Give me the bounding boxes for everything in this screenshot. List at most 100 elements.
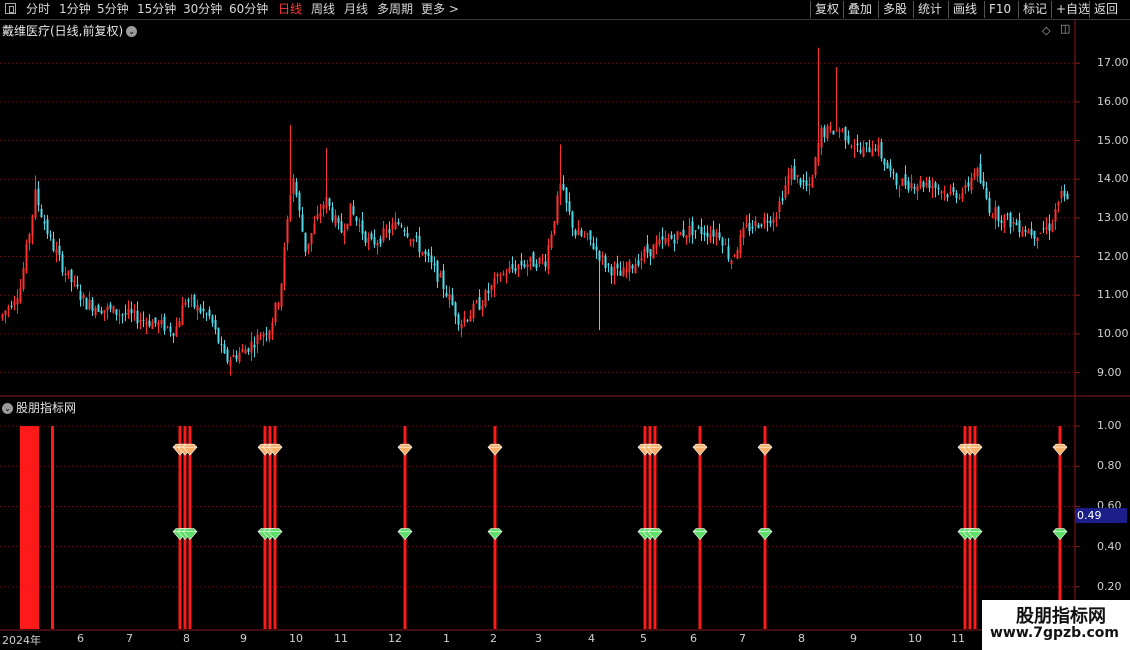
candle-body xyxy=(148,320,151,327)
candle-body xyxy=(1060,190,1063,199)
candle-body xyxy=(700,226,703,235)
indicator-signal-bar xyxy=(643,426,647,629)
candle-body xyxy=(664,237,667,244)
candle-body xyxy=(385,229,388,231)
candle-body xyxy=(538,257,541,264)
candle-body xyxy=(349,203,352,226)
candle-body xyxy=(1033,230,1036,239)
candle-body xyxy=(304,232,307,252)
candle-body xyxy=(955,192,958,199)
indicator-signal-bar xyxy=(968,426,972,629)
candle-body xyxy=(967,182,970,187)
candle-body xyxy=(658,239,661,245)
candle-body xyxy=(310,233,313,245)
candle-body xyxy=(340,221,343,233)
candle-body xyxy=(460,323,463,329)
candle-body xyxy=(1021,231,1024,236)
candle-body xyxy=(556,195,559,224)
candle-body xyxy=(622,267,625,277)
time-axis-label: 6 xyxy=(690,632,697,645)
time-axis-label: 11 xyxy=(334,632,348,645)
candle-body xyxy=(343,230,346,236)
candle-body xyxy=(631,265,634,269)
candle-body xyxy=(811,177,814,187)
candle-body xyxy=(418,235,421,253)
candle-body xyxy=(607,264,610,266)
candle-body xyxy=(940,191,943,194)
time-axis-label: 4 xyxy=(588,632,595,645)
time-axis-label: 5 xyxy=(640,632,647,645)
candle-body xyxy=(511,264,514,269)
candle-body xyxy=(370,233,373,239)
candle-body xyxy=(169,326,172,332)
candle-body xyxy=(742,227,745,238)
candle-body xyxy=(1045,226,1048,230)
candle-body xyxy=(79,291,82,300)
candle-body xyxy=(823,127,826,137)
price-tick-label: 11.00 xyxy=(1097,288,1129,302)
candle-body xyxy=(1006,214,1009,216)
candle-body xyxy=(904,174,907,186)
candle-body xyxy=(1000,220,1003,223)
candle-body xyxy=(928,180,931,189)
candle-body xyxy=(784,185,787,198)
candle-body xyxy=(697,226,700,228)
candle-body xyxy=(499,277,502,279)
candle-body xyxy=(25,243,28,272)
candle-body xyxy=(994,207,997,220)
price-tick-label: 9.00 xyxy=(1097,365,1122,379)
candle-body xyxy=(247,348,250,352)
candle-body xyxy=(856,143,859,146)
time-axis-label: 7 xyxy=(126,632,133,645)
candle-body xyxy=(802,180,805,182)
signal-bottom-diamond-icon-shape xyxy=(692,528,708,541)
candle-body xyxy=(262,334,265,337)
indicator-current-value: 0.49 xyxy=(1075,508,1127,523)
candle-body xyxy=(547,245,550,270)
candle-body xyxy=(667,238,670,242)
candle-body xyxy=(145,322,148,325)
candle-body xyxy=(559,183,562,196)
candle-body xyxy=(73,280,76,283)
candle-body xyxy=(820,128,823,148)
candle-body xyxy=(139,319,142,322)
kline-chart[interactable] xyxy=(0,0,1130,650)
candle-body xyxy=(724,244,727,246)
candle-body xyxy=(916,186,919,192)
candle-body xyxy=(457,314,460,325)
candle-body xyxy=(166,326,169,328)
candle-body xyxy=(604,255,607,268)
candle-body xyxy=(364,231,367,243)
candle-body xyxy=(196,305,199,311)
candle-body xyxy=(112,306,115,313)
candle-body xyxy=(124,313,127,315)
candle-body xyxy=(46,219,49,235)
candle-body xyxy=(445,293,448,297)
candle-body xyxy=(859,149,862,153)
candle-body xyxy=(934,182,937,188)
candle-body xyxy=(496,274,499,277)
candle-body xyxy=(280,283,283,307)
candle-body xyxy=(478,297,481,310)
candle-body xyxy=(874,148,877,150)
candle-body xyxy=(616,263,619,269)
candle-body xyxy=(760,224,763,227)
candle-body xyxy=(679,232,682,235)
candle-body xyxy=(205,313,208,315)
candle-body xyxy=(826,125,829,139)
indicator-tick-label: 0.20 xyxy=(1097,579,1122,593)
candle-body xyxy=(325,196,328,208)
indicator-signal-bar xyxy=(493,426,497,629)
candle-body xyxy=(298,192,301,211)
indicator-tick-label: 0.40 xyxy=(1097,539,1122,553)
signal-top-diamond-icon xyxy=(487,443,503,456)
candle-body xyxy=(187,299,190,302)
candle-body xyxy=(541,259,544,261)
indicator-signal-bar xyxy=(973,426,977,629)
indicator-signal-bar xyxy=(963,426,967,629)
candle-body xyxy=(703,232,706,235)
candle-body xyxy=(889,165,892,171)
candle-body xyxy=(772,219,775,223)
indicator-tick-label: 0.80 xyxy=(1097,459,1122,473)
candle-body xyxy=(13,301,16,306)
